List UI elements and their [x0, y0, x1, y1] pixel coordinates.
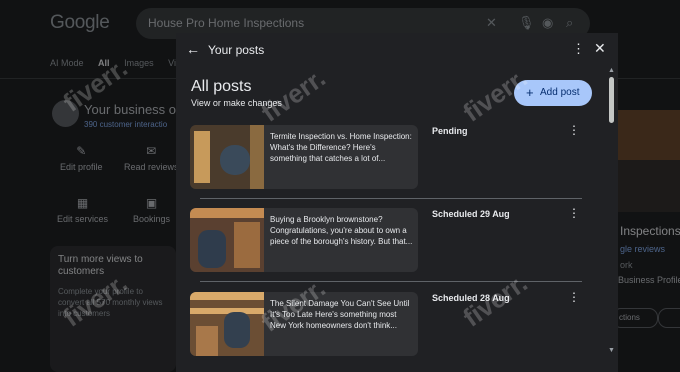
post-text: Buying a Brooklyn brownstone? Congratula…: [270, 215, 413, 246]
plus-icon: +: [526, 85, 534, 100]
post-status: Pending: [432, 126, 468, 136]
post-text: Termite Inspection vs. Home Inspection: …: [270, 132, 412, 163]
add-post-label: Add post: [540, 87, 580, 98]
post-card[interactable]: Buying a Brooklyn brownstone? Congratula…: [190, 208, 418, 272]
post-more-icon[interactable]: ⋮: [568, 290, 580, 304]
post-divider: [200, 198, 582, 199]
dialog-header: ← Your posts ⋮ ✕: [176, 33, 618, 67]
post-thumbnail: [190, 292, 264, 356]
page-title: All posts: [191, 78, 252, 95]
dialog-title: Your posts: [208, 43, 265, 57]
post-card[interactable]: The Silent Damage You Can't See Until It…: [190, 292, 418, 356]
close-icon[interactable]: ✕: [594, 40, 606, 57]
post-card[interactable]: Termite Inspection vs. Home Inspection: …: [190, 125, 418, 189]
post-divider: [200, 281, 582, 282]
back-arrow-icon[interactable]: ←: [186, 41, 200, 57]
more-options-icon[interactable]: ⋮: [572, 41, 585, 57]
scroll-up-icon[interactable]: ▲: [608, 67, 615, 74]
post-text: The Silent Damage You Can't See Until It…: [270, 299, 410, 330]
posts-dialog: ← Your posts ⋮ ✕ All posts View or make …: [176, 33, 618, 372]
page-subtitle: View or make changes: [191, 98, 282, 108]
post-thumbnail: [190, 208, 264, 272]
post-more-icon[interactable]: ⋮: [568, 206, 580, 220]
post-status: Scheduled 29 Aug: [432, 209, 510, 219]
scroll-down-icon[interactable]: ▼: [608, 347, 615, 354]
post-status: Scheduled 28 Aug: [432, 293, 510, 303]
add-post-button[interactable]: + Add post: [514, 80, 592, 106]
post-more-icon[interactable]: ⋮: [568, 123, 580, 137]
post-thumbnail: [190, 125, 264, 189]
scrollbar-thumb[interactable]: [609, 77, 614, 123]
